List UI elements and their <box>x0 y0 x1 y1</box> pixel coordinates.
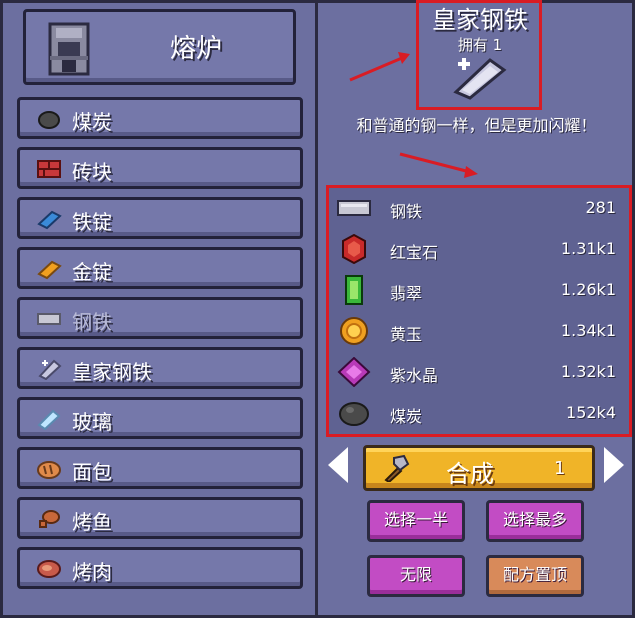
recipe-label: 煤炭 <box>72 110 112 134</box>
recipe-label: 烤鱼 <box>72 510 112 534</box>
glass-icon <box>37 409 61 430</box>
recipe-item-steel[interactable]: 钢铁 <box>17 297 303 339</box>
decrease-arrow-button[interactable] <box>328 447 348 483</box>
cooked-fish-icon <box>39 510 60 528</box>
bread-icon <box>37 461 61 479</box>
gold-ingot-icon <box>37 260 62 280</box>
recipe-item-gold-ingot[interactable]: 金锭 <box>17 247 303 289</box>
infinite-button[interactable]: 无限 <box>367 555 465 597</box>
recipe-item-bread[interactable]: 面包 <box>17 447 303 489</box>
craft-label: 合成 <box>446 460 494 488</box>
furnace-title: 熔炉 <box>169 34 222 64</box>
recipe-label: 面包 <box>72 460 112 484</box>
selected-item-title: 皇家钢铁 <box>432 6 528 34</box>
royal-steel-icon <box>38 359 62 380</box>
recipe-label: 砖块 <box>72 160 112 184</box>
recipe-list-panel: 熔炉 煤炭 砖块 铁锭 金锭 钢铁 皇家钢铁 玻璃 面包 烤鱼 烤肉 <box>0 0 318 618</box>
select-half-button[interactable]: 选择一半 <box>367 500 465 542</box>
recipe-label: 皇家钢铁 <box>72 360 152 384</box>
recipe-item-brick[interactable]: 砖块 <box>17 147 303 189</box>
furnace-header: 熔炉 <box>23 9 296 85</box>
recipe-item-glass[interactable]: 玻璃 <box>17 397 303 439</box>
select-max-button[interactable]: 选择最多 <box>486 500 584 542</box>
furnace-icon <box>48 22 90 76</box>
craft-button[interactable]: 合成 1 <box>363 445 595 491</box>
item-description: 和普通的钢一样，但是更加闪耀！ <box>356 116 597 135</box>
iron-ingot-icon <box>37 210 62 230</box>
craft-count: 1 <box>554 458 566 479</box>
pin-recipe-button[interactable]: 配方置顶 <box>486 555 584 597</box>
recipe-item-coal[interactable]: 煤炭 <box>17 97 303 139</box>
recipe-label: 烤肉 <box>72 560 112 584</box>
recipe-label: 玻璃 <box>72 410 112 434</box>
brick-icon <box>37 160 61 178</box>
ingredients-highlight-box <box>326 185 632 437</box>
steel-icon <box>37 313 61 325</box>
hammer-icon <box>384 454 410 482</box>
recipe-label: 金锭 <box>72 260 112 284</box>
recipe-label: 钢铁 <box>72 310 112 334</box>
recipe-item-cooked-meat[interactable]: 烤肉 <box>17 547 303 589</box>
increase-arrow-button[interactable] <box>604 447 624 483</box>
recipe-item-royal-steel[interactable]: 皇家钢铁 <box>17 347 303 389</box>
coal-icon <box>38 111 60 129</box>
recipe-item-iron-ingot[interactable]: 铁锭 <box>17 197 303 239</box>
cooked-meat-icon <box>37 560 61 578</box>
recipe-label: 铁锭 <box>72 210 112 234</box>
recipe-item-cooked-fish[interactable]: 烤鱼 <box>17 497 303 539</box>
